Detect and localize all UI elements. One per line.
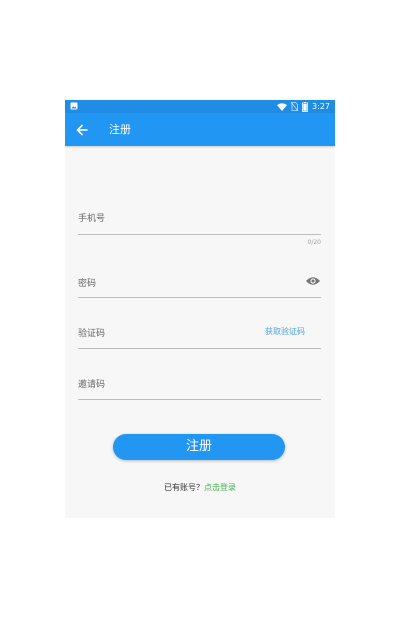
arrow-left-icon bbox=[76, 124, 88, 135]
login-prompt-text: 已有账号？ bbox=[164, 483, 204, 492]
battery-icon bbox=[302, 101, 308, 112]
status-time: 3:27 bbox=[312, 102, 330, 111]
verify-code-field: 获取验证码 bbox=[78, 320, 321, 349]
app-bar: 注册 bbox=[65, 113, 335, 146]
phone-char-counter: 0/20 bbox=[307, 239, 321, 246]
no-sim-icon bbox=[291, 102, 299, 111]
back-button[interactable] bbox=[73, 121, 90, 138]
get-code-button[interactable]: 获取验证码 bbox=[265, 326, 305, 337]
image-icon bbox=[70, 102, 78, 110]
invite-code-field bbox=[78, 370, 321, 400]
status-bar: 3:27 bbox=[65, 100, 335, 113]
login-prompt: 已有账号？点击登录 bbox=[65, 482, 335, 493]
verify-code-input[interactable] bbox=[78, 320, 238, 348]
status-icons: 3:27 bbox=[277, 100, 330, 113]
eye-icon[interactable] bbox=[305, 275, 321, 287]
register-button[interactable]: 注册 bbox=[113, 434, 285, 460]
phone-screen: 3:27 注册 0/20 获取验证码 注册 已有账号？点击登录 bbox=[65, 100, 335, 518]
password-input[interactable] bbox=[78, 270, 298, 297]
phone-input[interactable] bbox=[78, 204, 321, 234]
login-link[interactable]: 点击登录 bbox=[204, 483, 236, 492]
page-title: 注册 bbox=[109, 123, 131, 136]
phone-field bbox=[78, 204, 321, 235]
wifi-icon bbox=[277, 102, 288, 111]
invite-code-input[interactable] bbox=[78, 370, 321, 399]
password-field bbox=[78, 270, 321, 298]
